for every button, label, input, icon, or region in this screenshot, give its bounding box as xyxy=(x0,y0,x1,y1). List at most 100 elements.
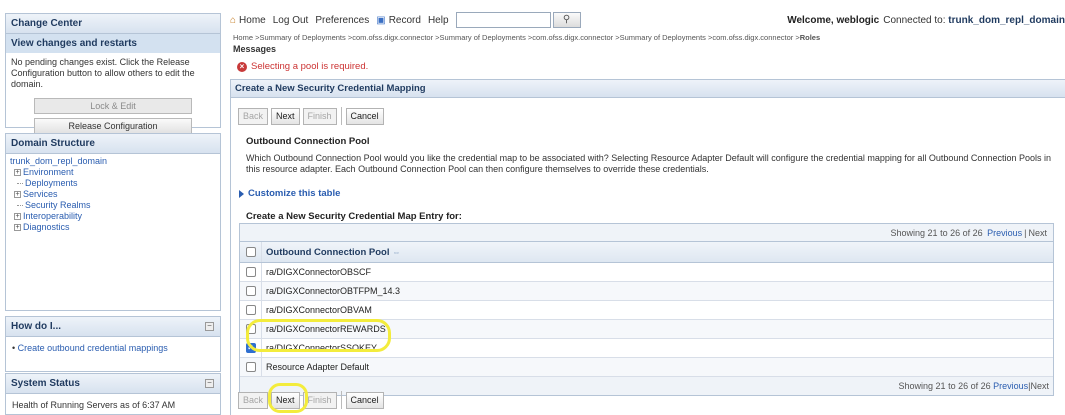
table-paging-top: Showing 21 to 26 of 26 Previous | Next xyxy=(240,224,1053,242)
welcome-text: Welcome, weblogic xyxy=(787,14,880,26)
expand-icon[interactable]: + xyxy=(14,213,21,220)
expand-icon[interactable]: + xyxy=(14,169,21,176)
content-title: Create a New Security Credential Mapping xyxy=(231,80,1065,98)
home-link[interactable]: Home xyxy=(239,15,266,26)
tree-line xyxy=(17,183,23,184)
help-link[interactable]: Help xyxy=(428,15,449,26)
error-message: × Selecting a pool is required. xyxy=(237,61,368,72)
select-all-checkbox[interactable] xyxy=(245,247,256,257)
expand-triangle-icon xyxy=(239,189,244,198)
messages-title: Messages xyxy=(233,44,277,54)
expand-icon[interactable]: + xyxy=(14,224,21,231)
next-link[interactable]: Next xyxy=(1030,381,1049,391)
table-row[interactable]: ra/DIGXConnectorREWARDS xyxy=(240,320,1053,339)
domain-structure-panel: Domain Structure trunk_dom_repl_domain +… xyxy=(5,133,221,311)
table-row[interactable]: ra/DIGXConnectorOBTFPM_14.3 xyxy=(240,282,1053,301)
collapse-icon[interactable]: − xyxy=(205,322,214,331)
row-pool-name: ra/DIGXConnectorREWARDS xyxy=(266,324,386,334)
lock-edit-button[interactable]: Lock & Edit xyxy=(34,98,192,114)
collapse-icon[interactable]: − xyxy=(205,379,214,388)
record-link[interactable]: Record xyxy=(389,15,421,26)
tree-item-diagnostics[interactable]: Diagnostics xyxy=(23,222,70,233)
row-checkbox[interactable] xyxy=(245,305,256,315)
paging-showing: Showing 21 to 26 of 26 xyxy=(898,381,991,391)
previous-link[interactable]: Previous xyxy=(993,381,1028,391)
tree-line xyxy=(17,205,23,206)
expand-icon[interactable]: + xyxy=(14,191,21,198)
table-row[interactable]: ra/DIGXConnectorOBSCF xyxy=(240,263,1053,282)
preferences-link[interactable]: Preferences xyxy=(315,15,369,26)
row-checkbox[interactable] xyxy=(245,267,256,277)
table-row[interactable]: ra/DIGXConnectorOBVAM xyxy=(240,301,1053,320)
release-configuration-button[interactable]: Release Configuration xyxy=(34,118,192,134)
column-header-pool[interactable]: Outbound Connection Pool xyxy=(266,247,389,258)
next-button[interactable]: Next xyxy=(271,107,300,125)
customize-table-link[interactable]: Customize this table xyxy=(239,188,340,199)
paging-showing: Showing 21 to 26 of 26 xyxy=(890,228,983,238)
logout-link[interactable]: Log Out xyxy=(273,15,309,26)
connection-info: Connected to: trunk_dom_repl_domain xyxy=(883,15,1065,26)
tree-item-security-realms[interactable]: Security Realms xyxy=(25,200,91,211)
finish-button[interactable]: Finish xyxy=(302,107,337,125)
row-pool-name: Resource Adapter Default xyxy=(266,362,370,372)
next-button[interactable]: Next xyxy=(271,391,300,409)
sort-icon[interactable]: ⇔ xyxy=(392,248,400,257)
back-button[interactable]: Back xyxy=(238,107,269,125)
tree-item-environment[interactable]: Environment xyxy=(23,167,74,178)
previous-link[interactable]: Previous xyxy=(987,228,1022,238)
top-toolbar: ⌂ Home Log Out Preferences ▣ Record Help… xyxy=(230,11,1065,29)
domain-root-link[interactable]: trunk_dom_repl_domain xyxy=(10,156,107,167)
connected-domain: trunk_dom_repl_domain xyxy=(948,14,1065,26)
finish-button[interactable]: Finish xyxy=(302,391,337,409)
cancel-button[interactable]: Cancel xyxy=(345,107,384,125)
system-status-title: System Status xyxy=(6,374,220,394)
row-checkbox[interactable] xyxy=(245,362,256,372)
home-icon[interactable]: ⌂ xyxy=(230,15,236,26)
system-status-health: Health of Running Servers as of 6:37 AM xyxy=(12,400,176,410)
change-center-title: Change Center xyxy=(6,14,220,34)
tree-item-services[interactable]: Services xyxy=(23,189,58,200)
button-separator xyxy=(340,391,342,409)
row-checkbox[interactable] xyxy=(245,324,256,334)
breadcrumb-current: Roles xyxy=(799,33,821,42)
row-pool-name: ra/DIGXConnectorOBVAM xyxy=(266,305,372,315)
table-row[interactable]: ✓ ra/DIGXConnectorSSOKEY xyxy=(240,339,1053,358)
customize-label[interactable]: Customize this table xyxy=(248,188,340,199)
select-all-cell xyxy=(240,242,262,262)
row-checkbox[interactable]: ✓ xyxy=(245,343,256,353)
credential-mapping-panel: Create a New Security Credential Mapping… xyxy=(230,79,1065,415)
row-select-cell: ✓ xyxy=(240,339,262,357)
table-body: ra/DIGXConnectorOBSCF ra/DIGXConnectorOBT… xyxy=(240,263,1053,377)
connected-label: Connected to: xyxy=(883,14,946,26)
table-title: Create a New Security Credential Map Ent… xyxy=(246,211,462,222)
weblogic-console: Change Center View changes and restarts … xyxy=(0,0,1065,415)
button-separator xyxy=(340,107,342,125)
cancel-button[interactable]: Cancel xyxy=(345,391,384,409)
record-icon[interactable]: ▣ xyxy=(376,15,385,26)
domain-tree: trunk_dom_repl_domain + Environment Deplo… xyxy=(6,154,220,235)
domain-structure-title: Domain Structure xyxy=(6,134,220,154)
row-select-cell xyxy=(240,320,262,338)
back-button[interactable]: Back xyxy=(238,391,269,409)
search-icon[interactable]: ⚲ xyxy=(552,12,581,28)
bottom-button-bar: Back Next Finish Cancel xyxy=(238,391,387,409)
breadcrumb: Home >Summary of Deployments >com.ofss.d… xyxy=(233,33,1063,42)
row-checkbox[interactable] xyxy=(245,286,256,296)
table-row[interactable]: Resource Adapter Default xyxy=(240,358,1053,377)
breadcrumb-path[interactable]: Home >Summary of Deployments >com.ofss.d… xyxy=(233,33,800,42)
tree-item-deployments[interactable]: Deployments xyxy=(25,178,78,189)
table-header: Outbound Connection Pool ⇔ xyxy=(240,242,1053,263)
row-select-cell xyxy=(240,282,262,300)
system-status-panel: System Status − Health of Running Server… xyxy=(5,373,221,415)
tree-item-interoperability[interactable]: Interoperability xyxy=(23,211,82,222)
search-input[interactable] xyxy=(455,12,551,28)
how-do-i-panel: How do I... − • Create outbound credenti… xyxy=(5,316,221,372)
view-changes-link[interactable]: View changes and restarts xyxy=(6,34,220,53)
row-pool-name: ra/DIGXConnectorOBTFPM_14.3 xyxy=(266,286,401,296)
create-outbound-mappings-link[interactable]: Create outbound credential mappings xyxy=(18,343,168,353)
section-title: Outbound Connection Pool xyxy=(246,136,370,147)
change-center-message: No pending changes exist. Click the Rele… xyxy=(11,57,195,89)
row-select-cell xyxy=(240,358,262,376)
next-link[interactable]: Next xyxy=(1028,228,1047,238)
row-pool-name: ra/DIGXConnectorOBSCF xyxy=(266,267,372,277)
